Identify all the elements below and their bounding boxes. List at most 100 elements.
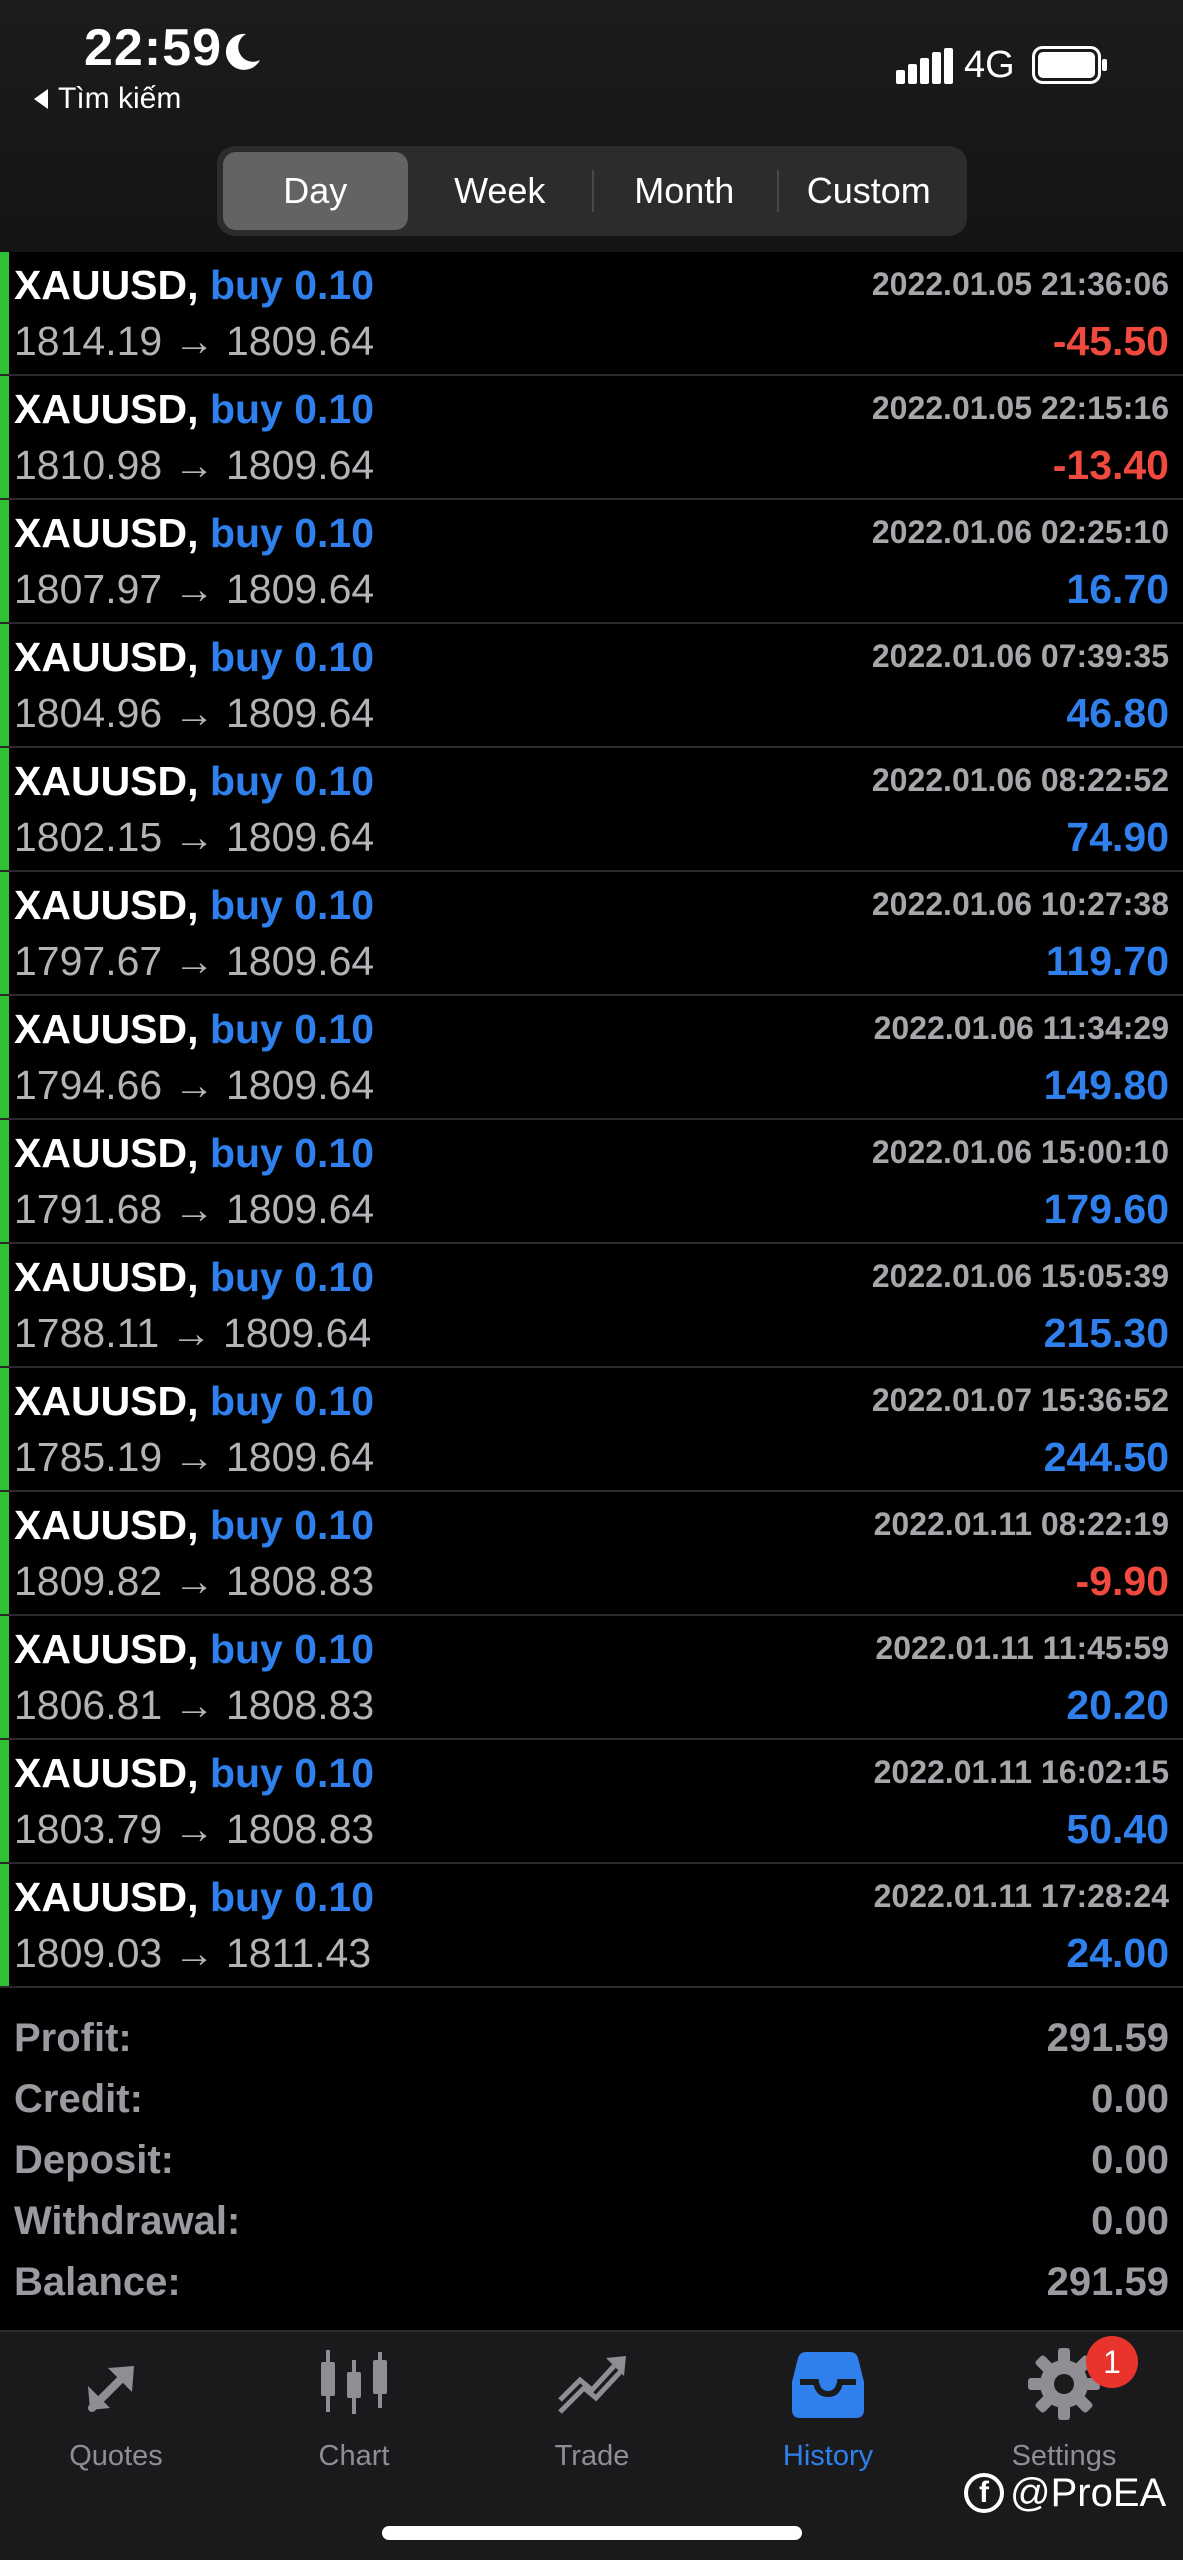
trade-prices: 1806.81 → 1808.83 (14, 1682, 375, 1728)
period-segmented-control: Day Week Month Custom (217, 146, 967, 236)
trade-symbol-line: XAUUSD, buy 0.10 (14, 1006, 374, 1053)
trade-row[interactable]: XAUUSD, buy 0.10 1791.68 → 1809.64 2022.01… (0, 1120, 1183, 1244)
trade-profit: 74.90 (1066, 814, 1169, 860)
trade-prices: 1807.97 → 1809.64 (14, 566, 375, 612)
settings-notification-badge: 1 (1086, 2336, 1138, 2388)
trade-symbol: XAUUSD, (14, 1626, 199, 1672)
trade-symbol: XAUUSD, (14, 386, 199, 432)
summary-value: 0.00 (1091, 2077, 1169, 2121)
summary-value: 291.59 (1046, 2260, 1169, 2304)
watermark-text: @ProEA (1010, 2470, 1167, 2515)
trade-symbol-line: XAUUSD, buy 0.10 (14, 262, 374, 309)
trade-prices: 1803.79 → 1808.83 (14, 1806, 375, 1852)
trade-prices: 1794.66 → 1809.64 (14, 1062, 375, 1108)
trade-type: buy 0.10 (209, 1626, 375, 1672)
battery-icon (1032, 46, 1107, 84)
back-label: Tìm kiếm (58, 82, 182, 115)
trade-type: buy 0.10 (209, 386, 375, 432)
trade-datetime: 2022.01.06 15:05:39 (871, 1258, 1169, 1294)
trade-prices: 1809.03 → 1811.43 (14, 1930, 372, 1976)
trade-row[interactable]: XAUUSD, buy 0.10 1802.15 → 1809.64 2022.01… (0, 748, 1183, 872)
trade-symbol-line: XAUUSD, buy 0.10 (14, 1626, 374, 1673)
trade-datetime: 2022.01.11 11:45:59 (875, 1630, 1169, 1666)
trade-row[interactable]: XAUUSD, buy 0.10 1785.19 → 1809.64 2022.01… (0, 1368, 1183, 1492)
trade-row[interactable]: XAUUSD, buy 0.10 1794.66 → 1809.64 2022.01… (0, 996, 1183, 1120)
trade-type: buy 0.10 (209, 1378, 375, 1424)
trade-datetime: 2022.01.11 08:22:19 (873, 1506, 1169, 1542)
history-icon (792, 2352, 864, 2418)
trade-type: buy 0.10 (209, 1750, 375, 1796)
trade-datetime: 2022.01.06 07:39:35 (871, 638, 1169, 674)
trade-prices: 1802.15 → 1809.64 (14, 814, 375, 860)
trade-row[interactable]: XAUUSD, buy 0.10 1797.67 → 1809.64 2022.01… (0, 872, 1183, 996)
trade-datetime: 2022.01.06 15:00:10 (871, 1134, 1169, 1170)
trade-profit: 179.60 (1043, 1186, 1169, 1232)
trade-datetime: 2022.01.05 22:15:16 (871, 390, 1169, 426)
summary-row: Balance: 291.59 (0, 2246, 1183, 2307)
trade-prices: 1814.19 → 1809.64 (14, 318, 375, 364)
history-screen: 22:59 Tìm kiếm 4G Day Week Month Custom (0, 0, 1183, 2560)
summary-row: Profit: 291.59 (0, 2002, 1183, 2063)
trade-type: buy 0.10 (209, 262, 375, 308)
trade-symbol: XAUUSD, (14, 1130, 199, 1176)
trade-symbol: XAUUSD, (14, 1254, 199, 1300)
trade-prices: 1791.68 → 1809.64 (14, 1186, 375, 1232)
trade-prices: 1809.82 → 1808.83 (14, 1558, 375, 1604)
summary-row: Withdrawal: 0.00 (0, 2185, 1183, 2246)
trade-type: buy 0.10 (209, 510, 375, 556)
trade-symbol: XAUUSD, (14, 634, 199, 680)
trade-prices: 1804.96 → 1809.64 (14, 690, 375, 736)
tab-quotes[interactable]: Quotes (16, 2346, 216, 2496)
summary-label: Balance: (14, 2260, 181, 2304)
trade-row[interactable]: XAUUSD, buy 0.10 1803.79 → 1808.83 2022.01… (0, 1740, 1183, 1864)
watermark: f @ProEA (964, 2468, 1166, 2518)
tab-month[interactable]: Month (592, 152, 777, 230)
trade-symbol: XAUUSD, (14, 1378, 199, 1424)
summary-value: 0.00 (1091, 2199, 1169, 2243)
trade-row[interactable]: XAUUSD, buy 0.10 1809.82 → 1808.83 2022.01… (0, 1492, 1183, 1616)
trade-symbol-line: XAUUSD, buy 0.10 (14, 1130, 374, 1177)
trade-datetime: 2022.01.07 15:36:52 (871, 1382, 1169, 1418)
chart-icon (321, 2350, 387, 2414)
back-to-search-link[interactable]: Tìm kiếm (34, 82, 181, 116)
trade-symbol-line: XAUUSD, buy 0.10 (14, 882, 374, 929)
trade-prices: 1797.67 → 1809.64 (14, 938, 375, 984)
trade-symbol-line: XAUUSD, buy 0.10 (14, 1254, 374, 1301)
trade-profit: -45.50 (1052, 318, 1169, 364)
trade-profit: 46.80 (1066, 690, 1169, 736)
trade-symbol-line: XAUUSD, buy 0.10 (14, 634, 374, 681)
summary-value: 0.00 (1091, 2138, 1169, 2182)
trade-profit: -13.40 (1052, 442, 1169, 488)
trade-row[interactable]: XAUUSD, buy 0.10 1809.03 → 1811.43 2022.01… (0, 1864, 1183, 1988)
trade-row[interactable]: XAUUSD, buy 0.10 1810.98 → 1809.64 2022.01… (0, 376, 1183, 500)
trade-row[interactable]: XAUUSD, buy 0.10 1788.11 → 1809.64 2022.01… (0, 1244, 1183, 1368)
trade-row[interactable]: XAUUSD, buy 0.10 1807.97 → 1809.64 2022.01… (0, 500, 1183, 624)
trade-row[interactable]: XAUUSD, buy 0.10 1804.96 → 1809.64 2022.01… (0, 624, 1183, 748)
tab-label-chart: Chart (318, 2440, 390, 2472)
trade-symbol: XAUUSD, (14, 1502, 199, 1548)
trade-prices: 1785.19 → 1809.64 (14, 1434, 375, 1480)
trade-row[interactable]: XAUUSD, buy 0.10 1814.19 → 1809.64 2022.01… (0, 252, 1183, 376)
trade-symbol: XAUUSD, (14, 262, 199, 308)
tab-label-trade: Trade (554, 2440, 630, 2472)
trade-datetime: 2022.01.06 10:27:38 (871, 886, 1169, 922)
trade-profit: -9.90 (1075, 1558, 1169, 1604)
summary-label: Credit: (14, 2077, 143, 2121)
tab-week[interactable]: Week (408, 152, 593, 230)
trade-row[interactable]: XAUUSD, buy 0.10 1806.81 → 1808.83 2022.01… (0, 1616, 1183, 1740)
bottom-tab-bar: Quotes Chart Trade History Settings (0, 2330, 1183, 2560)
tab-history[interactable]: History (728, 2346, 928, 2496)
trade-symbol: XAUUSD, (14, 510, 199, 556)
trade-profit: 20.20 (1066, 1682, 1169, 1728)
trade-type: buy 0.10 (209, 758, 375, 804)
account-summary: Profit: 291.59 Credit: 0.00 Deposit: 0.00 With… (0, 2002, 1183, 2307)
tab-custom[interactable]: Custom (776, 152, 962, 230)
tab-day[interactable]: Day (223, 152, 408, 230)
top-header: 22:59 Tìm kiếm 4G Day Week Month Custom (0, 0, 1183, 252)
trade-symbol: XAUUSD, (14, 1750, 199, 1796)
summary-row: Credit: 0.00 (0, 2063, 1183, 2124)
trade-profit: 24.00 (1066, 1930, 1169, 1976)
tab-trade[interactable]: Trade (492, 2346, 692, 2496)
facebook-icon: f (964, 2473, 1004, 2513)
tab-chart[interactable]: Chart (254, 2346, 454, 2496)
